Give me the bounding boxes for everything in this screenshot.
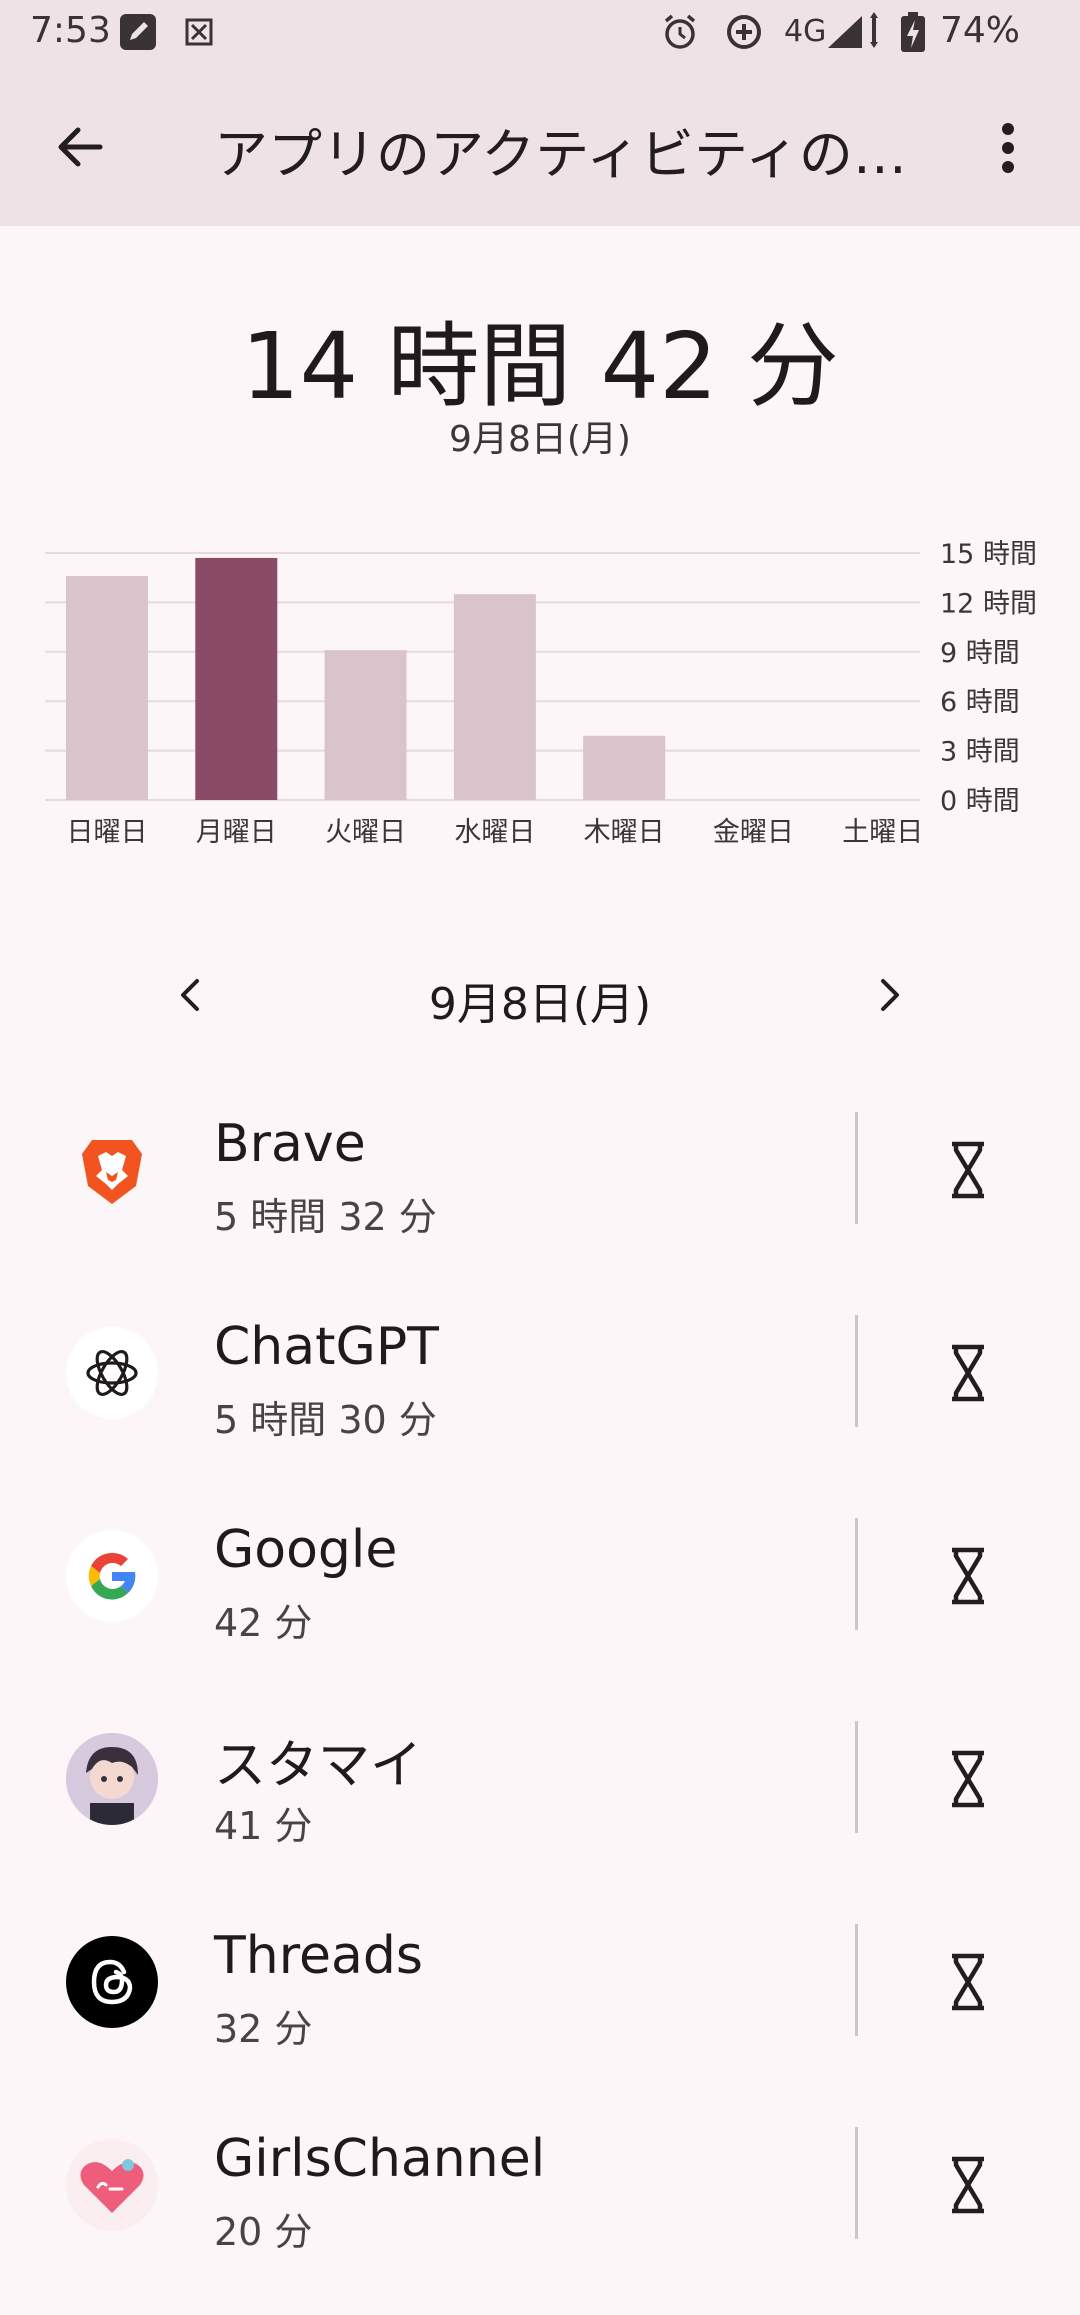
divider [855,1112,858,1224]
app-timer-button[interactable] [938,1532,998,1620]
x-tick-label: 水曜日 [454,817,535,848]
brave-icon [66,1124,158,1216]
more-options-button[interactable] [980,108,1036,188]
battery-charging-icon [900,12,926,52]
x-tick-label: 日曜日 [67,817,148,848]
chart-bar-2[interactable] [195,557,278,800]
app-bar: アプリのアクティビティの… [0,64,1080,226]
google-icon [66,1530,158,1622]
y-tick-label: 3 時間 [940,737,1020,768]
app-timer-button[interactable] [938,1329,998,1417]
divider [855,1315,858,1427]
app-row-chatgpt[interactable]: ChatGPT 5 時間 30 分 [0,1303,1080,1503]
status-bar: 7:53 4G 74% [0,0,1080,64]
app-row-google[interactable]: Google 42 分 [0,1506,1080,1706]
app-usage: 32 分 [214,2007,313,2051]
screenshot-icon [184,12,214,52]
x-tick-label: 木曜日 [584,817,665,848]
girlschannel-icon [66,2139,158,2231]
next-day-button[interactable] [860,960,920,1030]
y-tick-label: 0 時間 [940,786,1020,817]
page-title: アプリのアクティビティの… [214,123,907,186]
app-usage: 41 分 [214,1804,313,1848]
chart-bar-1[interactable] [66,576,148,800]
note-edit-icon [118,12,158,52]
stamai-icon [66,1733,158,1825]
app-name: GirlsChannel [214,2129,546,2189]
app-name: ChatGPT [214,1317,439,1377]
divider [855,1721,858,1833]
x-tick-label: 月曜日 [196,817,277,848]
app-name: Brave [214,1114,366,1174]
y-tick-label: 6 時間 [940,687,1020,718]
app-usage: 5 時間 32 分 [214,1195,437,1239]
hourglass-icon [952,1141,984,1199]
chevron-right-icon [881,979,899,1011]
app-name: Threads [214,1926,423,1986]
hourglass-icon [952,1344,984,1402]
date-navigator: 9月8日(月) [0,960,1080,1030]
y-tick-label: 9 時間 [940,638,1020,669]
app-name: スタマイ [214,1736,423,1796]
y-tick-label: 15 時間 [940,539,1037,570]
total-usage-time: 14 時間 42 分 [241,313,839,420]
y-tick-label: 12 時間 [940,588,1037,619]
app-row-brave[interactable]: Brave 5 時間 32 分 [0,1100,1080,1300]
network-type: 4G [784,14,827,49]
app-timer-button[interactable] [938,1126,998,1214]
app-row-threads[interactable]: Threads 32 分 [0,1912,1080,2112]
chatgpt-icon [66,1327,158,1419]
status-time: 7:53 [30,10,111,51]
app-timer-button[interactable] [938,1938,998,2026]
x-tick-label: 土曜日 [842,817,923,848]
divider [855,2127,858,2239]
app-usage: 42 分 [214,1601,313,1645]
summary-date: 9月8日(月) [449,419,631,460]
app-usage: 5 時間 30 分 [214,1398,437,1442]
back-button[interactable] [44,112,114,182]
alarm-icon [660,12,700,52]
hourglass-icon [952,2156,984,2214]
more-vert-icon [1002,123,1014,173]
app-usage: 20 分 [214,2210,313,2254]
arrow-left-icon [58,127,103,167]
hourglass-icon [952,1953,984,2011]
divider [855,1518,858,1630]
chart-bar-3[interactable] [324,650,407,800]
app-name: Google [214,1520,398,1580]
x-tick-label: 火曜日 [325,817,406,848]
app-row-stamai[interactable]: スタマイ 41 分 [0,1709,1080,1909]
chart-bar-5[interactable] [583,735,666,800]
threads-icon [66,1936,158,2028]
chart-bar-4[interactable] [453,594,536,800]
battery-percent: 74% [940,10,1021,51]
data-saver-icon [724,12,764,52]
hourglass-icon [952,1547,984,1605]
app-timer-button[interactable] [938,2141,998,2229]
app-timer-button[interactable] [938,1735,998,1823]
hourglass-icon [952,1750,984,1808]
app-row-girlschannel[interactable]: GirlsChannel 20 分 [0,2115,1080,2315]
x-tick-label: 金曜日 [713,817,794,848]
weekly-usage-chart: 15 時間 12 時間 9 時間 6 時間 3 時間 0 時間日曜日 月曜日 火曜日 水曜日 木曜… [45,539,1037,848]
divider [855,1924,858,2036]
signal-icon [826,12,880,52]
